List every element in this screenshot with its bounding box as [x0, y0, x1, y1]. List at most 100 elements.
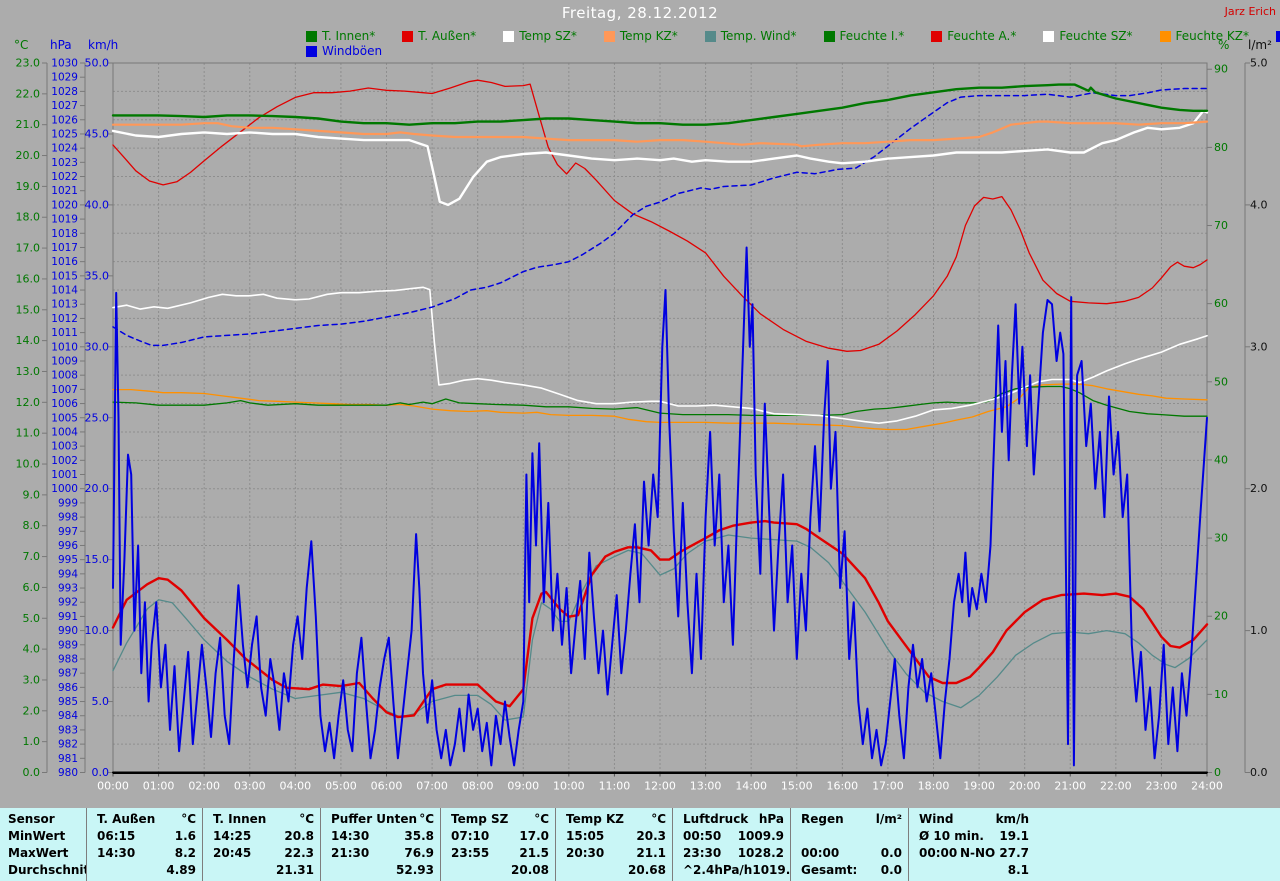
cell-time: Luftdruck [683, 812, 749, 826]
x-axis-label: 10:00 [553, 780, 585, 793]
x-axis-label: 06:00 [371, 780, 403, 793]
cell-time: T. Außen [97, 812, 156, 826]
axis-tick-label: 5.0 [92, 695, 110, 708]
table-col-temp-sz: Temp SZ °C 07:10 17.0 23:55 21.5 20.08 [440, 808, 555, 881]
cell-time: Gesamt: [801, 863, 858, 877]
cell-value: °C [181, 812, 196, 826]
axis-tick-label: 1010 [51, 341, 78, 353]
axis-tick-label: 30 [1214, 532, 1228, 545]
cell-time: 00:50 [683, 829, 722, 843]
axis-tick-label: 1011 [51, 327, 78, 339]
axis-tick-label: 987 [58, 668, 78, 680]
x-axis-label: 07:00 [416, 780, 448, 793]
x-axis-label: 20:00 [1009, 780, 1041, 793]
x-axis-label: 21:00 [1054, 780, 1086, 793]
table-header-row: Wind km/h [909, 811, 1035, 828]
cell-value: 35.8 [404, 829, 434, 843]
axis-tick-label: 994 [58, 568, 78, 580]
axis-tick-label: 10.0 [85, 624, 110, 637]
table-max-row: 21:30 76.9 [321, 845, 440, 862]
cell-time: 20:30 [566, 846, 605, 860]
axis-tick-label: 50 [1214, 375, 1228, 388]
table-col-regen: Regen l/m² 00:00 0.0 Gesamt: 0.0 [790, 808, 908, 881]
table-min-row: 14:30 35.8 [321, 828, 440, 845]
axis-tick-label: 1024 [51, 143, 78, 155]
x-axis-label: 16:00 [826, 780, 858, 793]
axis-tick-label: 999 [58, 497, 78, 509]
cell-value: °C [534, 812, 549, 826]
axis-tick-label: 5.0 [23, 612, 41, 625]
cell-value: 19.1 [999, 829, 1029, 843]
axis-tick-label: 1.0 [1250, 624, 1268, 637]
table-min-row: 15:05 20.3 [556, 828, 672, 845]
table-header-row: Puffer Unten °C [321, 811, 440, 828]
cell-time: T. Innen [213, 812, 267, 826]
axis-tick-label: 20.0 [16, 149, 41, 162]
chart-area: 0.0 1.0 2.0 3.0 4.0 5.0 6.0 7.0 8.0 9.0 10.0 11.0 12… [0, 0, 1280, 806]
table-max-row: 00:00 N-NO 27.7 [909, 845, 1035, 862]
cell-value: °C [419, 812, 434, 826]
axis-tick-label: 997 [58, 526, 78, 538]
axis-tick-label: 16.0 [16, 272, 41, 285]
axis-tick-label: 0.0 [92, 766, 110, 779]
axis-tick-label: 3.0 [1250, 340, 1268, 353]
table-header-row: Temp SZ °C [441, 811, 555, 828]
cell-time: 20:45 [213, 846, 252, 860]
axis-tick-label: 1003 [51, 441, 78, 453]
x-axis-label: 18:00 [918, 780, 950, 793]
axis-tick-label: 4.0 [1250, 198, 1268, 211]
table-min-row: Ø 10 min. 19.1 [909, 828, 1035, 845]
table-col-t-innen: T. Innen °C 14:25 20.8 20:45 22.3 21.31 [202, 808, 320, 881]
x-axis-label: 09:00 [507, 780, 539, 793]
cell-time: 00:00 [801, 846, 840, 860]
axis-tick-label: 1005 [51, 412, 78, 424]
axis-tick-label: 1028 [51, 86, 78, 98]
cell-time: 00:00 [919, 846, 958, 860]
axis-tick-label: 1015 [51, 270, 78, 282]
table-col-luftdruck: Luftdruck hPa 00:50 1009.9 23:30 1028.2 ^2.4hP… [672, 808, 790, 881]
table-max-row: 23:30 1028.2 [673, 845, 790, 862]
axis-tick-label: 1013 [51, 299, 78, 311]
axis-tick-label: 1027 [51, 100, 78, 112]
table-avg-row: 8.1 [909, 862, 1035, 879]
axis-tick-label: 991 [58, 611, 78, 623]
axis-tick-label: 0 [1214, 766, 1221, 779]
x-axis-label: 17:00 [872, 780, 904, 793]
x-axis-label: 00:00 [97, 780, 129, 793]
table-max-row: 20:30 21.1 [556, 845, 672, 862]
axis-tick-label: 985 [58, 696, 78, 708]
table-header-row: Luftdruck hPa [673, 811, 790, 828]
axis-tick-label: 1025 [51, 128, 78, 140]
axis-tick-label: 5.0 [1250, 57, 1268, 70]
table-row-label: MinWert [8, 829, 66, 843]
axis-tick-label: 1029 [51, 72, 78, 84]
axis-tick-label: 18.0 [16, 211, 41, 224]
axis-tick-label: 2.0 [1250, 482, 1268, 495]
cell-value: 17.0 [519, 829, 549, 843]
axis-tick-label: 1017 [51, 242, 78, 254]
axis-tick-label: 1009 [51, 355, 78, 367]
cell-time: 15:05 [566, 829, 605, 843]
cell-value: 21.5 [519, 846, 549, 860]
cell-time: ^2.4hPa/h [683, 863, 753, 877]
axis-tick-label: 993 [58, 583, 78, 595]
cell-time: 21:30 [331, 846, 370, 860]
axis-tick-label: 10 [1214, 688, 1228, 701]
axis-tick-label: 22.0 [16, 87, 41, 100]
axis-tick-label: 1002 [51, 455, 78, 467]
axis-tick-label: 7.0 [23, 550, 41, 563]
cell-value: hPa [758, 812, 784, 826]
table-min-row: 07:10 17.0 [441, 828, 555, 845]
axis-tick-label: 998 [58, 512, 78, 524]
table-min-row: 06:15 1.6 [87, 828, 202, 845]
axis-tick-label: 1008 [51, 370, 78, 382]
table-col-wind: Wind km/h Ø 10 min. 19.1 00:00 N-NO 27.7 8.1 [908, 808, 1035, 881]
axis-tick-label: 10.0 [16, 458, 41, 471]
axis-tick-label: 23.0 [16, 57, 41, 70]
axis-tick-label: 40 [1214, 453, 1228, 466]
axis-tick-label: 3.0 [23, 673, 41, 686]
x-axis-label: 12:00 [644, 780, 676, 793]
cell-time: 23:30 [683, 846, 722, 860]
axis-tick-label: 1.0 [23, 735, 41, 748]
axis-tick-label: 20.0 [85, 482, 110, 495]
